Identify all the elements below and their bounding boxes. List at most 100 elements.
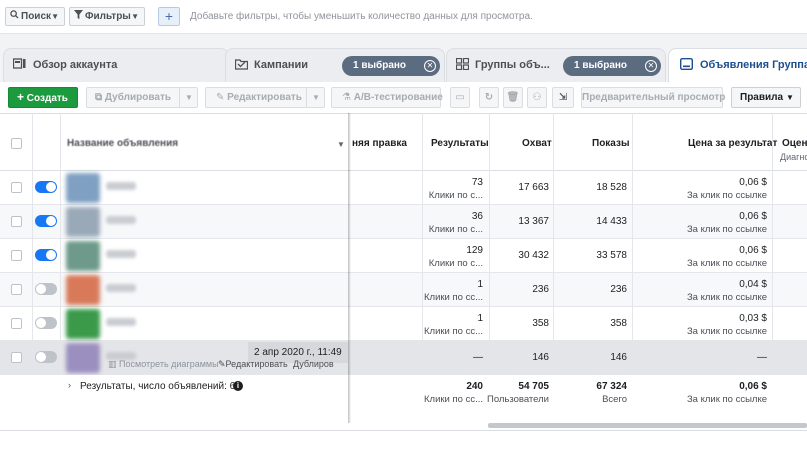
add-filter-button[interactable]: +: [158, 7, 180, 26]
edit-link[interactable]: ✎Редактировать: [218, 359, 288, 370]
ad-thumbnail: [66, 309, 100, 339]
row-checkbox[interactable]: [11, 284, 22, 295]
delivery-toggle[interactable]: [35, 215, 57, 227]
totals-results-sub: Клики по сс...: [424, 394, 483, 405]
cell-results-sub: Клики по с...: [428, 190, 483, 201]
ab-test-label: A/B-тестирование: [353, 92, 443, 103]
select-all-checkbox[interactable]: [11, 138, 22, 149]
duplicate-icon: ⧉: [95, 92, 103, 103]
cell-reach: 236: [532, 284, 549, 295]
cell-results-sub: Клики по сс...: [424, 292, 483, 303]
search-label: Поиск: [21, 11, 52, 22]
chevron-right-icon[interactable]: ›: [68, 380, 71, 390]
audience-button[interactable]: ⚇: [527, 87, 547, 108]
archive-button[interactable]: ▭: [450, 87, 470, 108]
preview-button[interactable]: Предварительный просмотр: [581, 87, 725, 108]
flask-icon: ⚗: [342, 92, 351, 103]
cell-results-sub: Клики по с...: [428, 258, 483, 269]
table-row[interactable]: 73 Клики по с... 17 663 18 528 0,06 $ За клик…: [0, 171, 807, 205]
row-checkbox[interactable]: [11, 250, 22, 261]
selected-chip[interactable]: 1 выбрано ✕: [563, 56, 661, 76]
search-icon: [10, 8, 21, 25]
cell-results-sub: Клики по с...: [428, 224, 483, 235]
totals-cost-sub: За клик по ссылке: [686, 394, 767, 405]
cell-results-sub: Клики по сс...: [424, 326, 483, 337]
rules-button[interactable]: Правила ▼: [731, 87, 801, 108]
close-icon[interactable]: ✕: [645, 60, 657, 72]
duplicate-link[interactable]: Дублиров: [293, 359, 334, 369]
totals-results: 240: [466, 381, 483, 392]
toggle-knob: [36, 352, 46, 362]
delete-button[interactable]: 🗑: [503, 87, 523, 108]
edit-label: Редактировать: [227, 92, 302, 103]
close-icon[interactable]: ✕: [424, 60, 436, 72]
divider: [306, 88, 307, 107]
info-icon[interactable]: i: [233, 381, 243, 391]
export-icon: ⇲: [558, 92, 568, 103]
tab-campaigns[interactable]: Кампании 1 выбрано ✕: [225, 48, 445, 82]
cell-cost: 0,04 $: [739, 279, 767, 290]
row-checkbox[interactable]: [11, 182, 22, 193]
frozen-column-edge: [348, 113, 351, 423]
column-header-reach[interactable]: Охват: [522, 138, 552, 149]
cell-cost: 0,06 $: [739, 245, 767, 256]
cell-cost: 0,03 $: [739, 313, 767, 324]
column-header-rating[interactable]: Оцен: [782, 138, 807, 149]
table-row[interactable]: 1 Клики по сс... 358 358 0,03 $ За клик по сс…: [0, 307, 807, 341]
tab-adsets[interactable]: Группы объ... 1 выбрано ✕: [446, 48, 666, 82]
column-header-name[interactable]: Название объявления: [67, 138, 178, 149]
table-row[interactable]: 129 Клики по с... 30 432 33 578 0,06 $ За кли…: [0, 239, 807, 273]
totals-impressions: 67 324: [596, 381, 627, 392]
table-row[interactable]: 36 Клики по с... 13 367 14 433 0,06 $ За клик…: [0, 205, 807, 239]
tab-account-overview[interactable]: Обзор аккаунта: [3, 48, 229, 82]
delivery-toggle[interactable]: [35, 249, 57, 261]
selected-chip[interactable]: 1 выбрано ✕: [342, 56, 440, 76]
duplicate-button[interactable]: ⧉ Дублировать ▼: [86, 87, 198, 108]
row-checkbox[interactable]: [11, 216, 22, 227]
totals-cost: 0,06 $: [739, 381, 767, 392]
totals-row: › Результаты, число объявлений: 6 i 240 …: [0, 375, 807, 423]
plus-icon: +: [17, 90, 25, 104]
table-header: Название объявления ▼ няя правка Результ…: [0, 113, 807, 171]
create-button[interactable]: + Создать: [8, 87, 78, 108]
ab-test-button[interactable]: ⚗ A/B-тестирование: [331, 87, 443, 108]
ad-name-redacted: [106, 284, 136, 292]
actions-toolbar: + Создать ⧉ Дублировать ▼ ✎ Редактироват…: [0, 82, 807, 113]
column-header-impressions[interactable]: Показы: [592, 138, 630, 149]
search-button[interactable]: Поиск ▼: [5, 7, 65, 26]
column-header-cost-per-result[interactable]: Цена за результат: [688, 138, 777, 149]
cell-cost-sub: За клик по ссылке: [686, 258, 767, 269]
edit-link-label: Редактировать: [225, 359, 288, 369]
people-icon: ⚇: [532, 92, 542, 103]
delivery-toggle[interactable]: [35, 351, 57, 363]
cell-impressions: 146: [610, 352, 627, 363]
cell-results: 36: [471, 211, 483, 222]
delivery-toggle[interactable]: [35, 283, 57, 295]
refresh-icon: ↻: [484, 92, 494, 103]
column-header-last-edit[interactable]: няя правка: [352, 138, 407, 149]
filters-button[interactable]: Фильтры ▼: [69, 7, 145, 26]
view-charts-link[interactable]: ▥ Посмотреть диаграммы: [108, 359, 219, 370]
cell-impressions: 236: [610, 284, 627, 295]
edit-button[interactable]: ✎ Редактировать ▼: [205, 87, 325, 108]
table-row[interactable]: 1 Клики по сс... 236 236 0,04 $ За клик по сс…: [0, 273, 807, 307]
row-checkbox[interactable]: [11, 352, 22, 363]
export-button[interactable]: ⇲: [552, 87, 574, 108]
filter-bar: Поиск ▼ Фильтры ▼ + Добавьте фильтры, чт…: [0, 0, 807, 34]
account-overview-icon: [12, 58, 26, 70]
refresh-button[interactable]: ↻: [479, 87, 499, 108]
chevron-down-icon[interactable]: ▼: [337, 140, 345, 149]
delivery-toggle[interactable]: [35, 317, 57, 329]
adsets-grid-icon: [455, 57, 470, 71]
duplicate-link-label: Дублиров: [293, 359, 334, 369]
tab-ads[interactable]: Объявления Группа о: [668, 48, 807, 82]
cell-results: 1: [477, 313, 483, 324]
ad-name-redacted: [106, 182, 136, 190]
delivery-toggle[interactable]: [35, 181, 57, 193]
row-checkbox[interactable]: [11, 318, 22, 329]
view-charts-label: Посмотреть диаграммы: [119, 359, 219, 369]
column-header-results[interactable]: Результаты: [431, 138, 489, 149]
cell-cost-sub: За клик по ссылке: [686, 326, 767, 337]
pencil-icon: ✎: [218, 359, 226, 369]
horizontal-scrollbar[interactable]: [488, 423, 807, 428]
